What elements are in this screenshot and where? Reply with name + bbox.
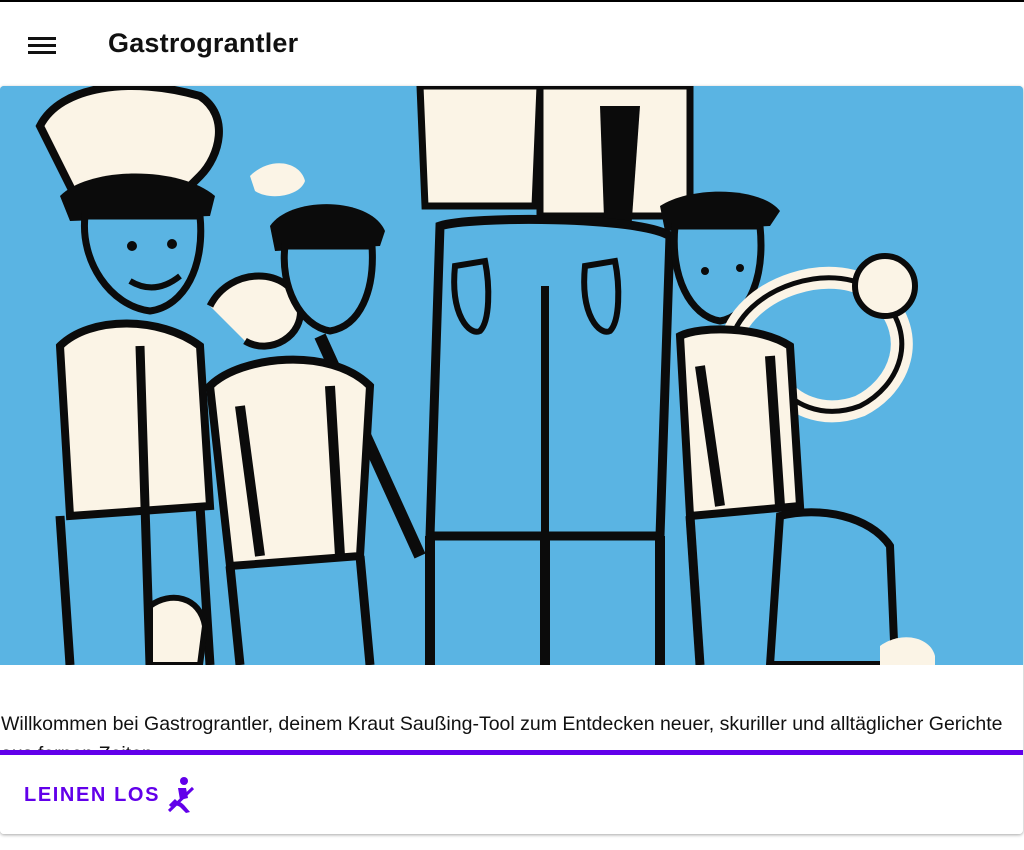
app-title: Gastrograntler [108,28,299,58]
leinen-los-button[interactable]: LEINEN LOS [14,773,206,817]
card-actions: LEINEN LOS [0,750,1023,834]
leinen-los-label: LEINEN LOS [24,783,161,806]
card-image [0,86,1023,665]
welcome-card: Willkommen bei Gastrograntler, deinem Kr… [0,86,1023,834]
menu-icon [28,37,56,54]
kayaking-icon [167,777,195,813]
illustration-bavarian-musicians [0,86,1023,665]
menu-button[interactable] [22,26,62,64]
app-bar: Gastrograntler [0,2,1024,86]
